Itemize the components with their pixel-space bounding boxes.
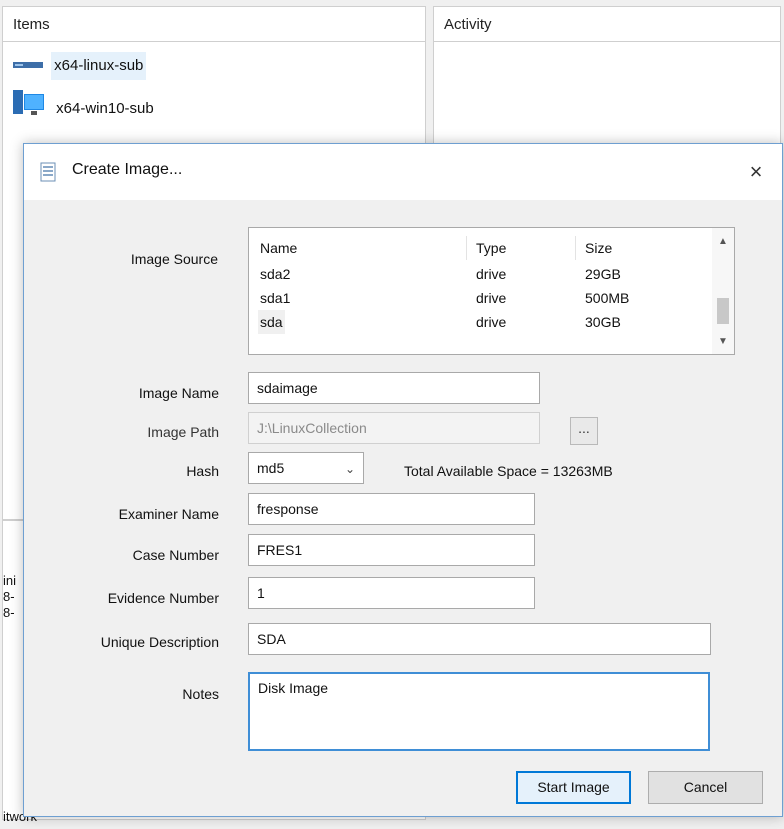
- list-cell-type: drive: [476, 290, 507, 306]
- list-item[interactable]: sda drive 30GB: [249, 310, 714, 334]
- items-pane-header[interactable]: Items: [2, 6, 426, 42]
- list-cell-size: 29GB: [585, 266, 621, 282]
- chevron-down-icon[interactable]: ▼: [712, 332, 734, 352]
- hash-select[interactable]: md5 ⌄: [248, 452, 364, 484]
- image-name-label: Image Name: [138, 385, 219, 401]
- side-text-fragment: 8-: [3, 589, 15, 604]
- activity-pane-header[interactable]: Activity: [433, 6, 781, 42]
- list-item[interactable]: sda1 drive 500MB: [249, 286, 714, 310]
- examiner-name-label: Examiner Name: [118, 506, 219, 522]
- tree-item-linux[interactable]: x64-linux-sub: [13, 52, 147, 81]
- close-icon[interactable]: ×: [738, 154, 774, 190]
- windows-machine-icon: [13, 90, 45, 128]
- tree-item-label: x64-win10-sub: [56, 100, 154, 117]
- list-cell-name: sda: [258, 310, 285, 334]
- list-scrollbar[interactable]: ▲ ▼: [712, 228, 734, 354]
- chevron-up-icon[interactable]: ▲: [712, 232, 734, 252]
- list-cell-type: drive: [476, 314, 507, 330]
- notes-label: Notes: [182, 686, 219, 702]
- dialog-titlebar[interactable]: Create Image... ×: [24, 144, 782, 200]
- list-cell-size: 500MB: [585, 290, 630, 306]
- unique-description-label: Unique Description: [100, 634, 219, 650]
- column-divider: [466, 236, 467, 260]
- evidence-number-field[interactable]: 1: [248, 577, 535, 609]
- document-icon: [40, 162, 56, 185]
- list-cell-name: sda2: [260, 266, 291, 282]
- list-header: Name Type Size: [249, 236, 714, 260]
- cancel-button[interactable]: Cancel: [648, 771, 763, 804]
- tree-item-win10[interactable]: x64-win10-sub: [13, 90, 157, 118]
- notes-field[interactable]: Disk Image: [248, 672, 710, 751]
- linux-machine-icon: [13, 52, 43, 80]
- list-cell-type: drive: [476, 266, 507, 282]
- app-window: Items x64-linux-sub x64-win10-sub Activi…: [0, 0, 784, 829]
- image-source-list[interactable]: Name Type Size sda2 drive 29GB sda1 driv…: [248, 227, 735, 355]
- evidence-number-label: Evidence Number: [107, 590, 219, 606]
- create-image-dialog: Create Image... × Image Source Name Type…: [23, 143, 783, 817]
- image-path-field[interactable]: J:\LinuxCollection: [248, 412, 540, 444]
- list-item[interactable]: sda2 drive 29GB: [249, 262, 714, 286]
- image-source-label: Image Source: [130, 251, 218, 267]
- hash-label: Hash: [186, 463, 219, 479]
- hash-select-value: md5: [257, 460, 285, 476]
- unique-description-field[interactable]: SDA: [248, 623, 711, 655]
- side-text-fragment: ini: [3, 573, 17, 588]
- case-number-label: Case Number: [132, 547, 219, 563]
- image-path-label: Image Path: [147, 424, 219, 440]
- list-cell-size: 30GB: [585, 314, 621, 330]
- list-cell-name: sda1: [260, 290, 291, 306]
- start-image-button[interactable]: Start Image: [516, 771, 631, 804]
- available-space-text: Total Available Space = 13263MB: [404, 463, 613, 479]
- browse-button[interactable]: ...: [570, 417, 598, 445]
- side-text-fragment: 8-: [3, 605, 15, 620]
- column-divider: [575, 236, 576, 260]
- scrollbar-thumb[interactable]: [717, 298, 729, 324]
- examiner-name-field[interactable]: fresponse: [248, 493, 535, 525]
- tree-item-label: x64-linux-sub: [51, 52, 147, 81]
- column-header-type[interactable]: Type: [476, 236, 506, 260]
- case-number-field[interactable]: FRES1: [248, 534, 535, 566]
- image-name-field[interactable]: sdaimage: [248, 372, 540, 404]
- chevron-down-icon: ⌄: [344, 462, 355, 476]
- column-header-name[interactable]: Name: [260, 236, 297, 260]
- dialog-title: Create Image...: [72, 161, 183, 178]
- column-header-size[interactable]: Size: [585, 236, 612, 260]
